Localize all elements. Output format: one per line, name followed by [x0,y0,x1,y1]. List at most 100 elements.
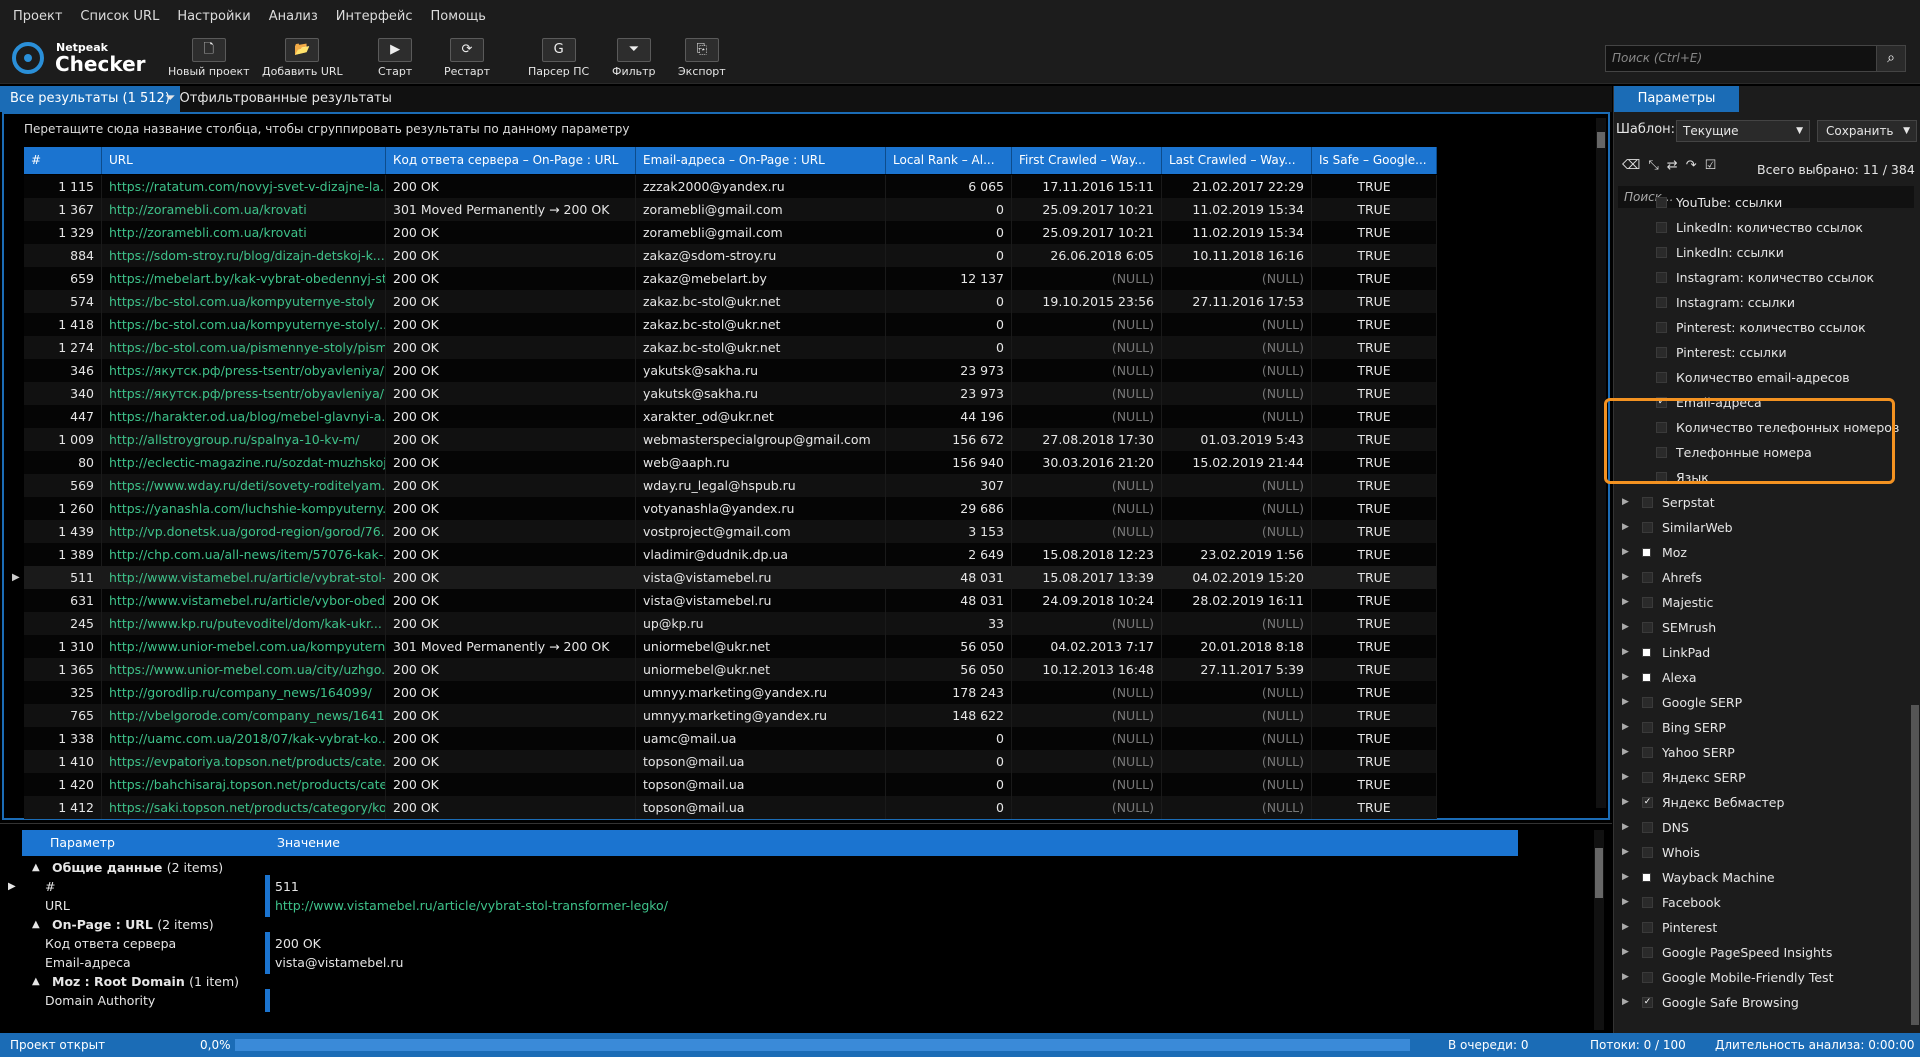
param-item[interactable]: Pinterest: ссылки [1614,340,1909,365]
restart-button[interactable]: ⟳ Рестарт [444,38,490,78]
checkbox[interactable] [1642,572,1653,583]
checkbox[interactable] [1642,873,1651,882]
table-cell[interactable]: http://allstroygroup.ru/spalnya-10-kv-m/ [102,428,386,451]
param-group[interactable]: ▶ Bing SERP [1614,715,1909,740]
table-row[interactable]: 1 389 http://chp.com.ua/all-news/item/570… [24,543,1437,566]
column-header[interactable]: Email-адреса – On-Page : URL [636,147,886,174]
expand-icon[interactable]: ▶ [1622,615,1629,640]
param-group[interactable]: ▶ ✓ Google Safe Browsing [1614,990,1909,1015]
table-cell[interactable]: https://bc-stol.com.ua/pismennye-stoly/p… [102,336,386,359]
table-cell[interactable]: https://якутск.рф/press-tsentr/obyavleni… [102,359,386,382]
details-row[interactable]: Domain Authority [0,989,1520,1012]
search-input[interactable]: Поиск (Ctrl+E) [1605,45,1878,72]
param-group[interactable]: ▶ Whois [1614,840,1909,865]
table-row[interactable]: 1 418 https://bc-stol.com.ua/kompyuternye… [24,313,1437,336]
export-button[interactable]: ⎘ Экспорт [678,38,726,78]
table-cell[interactable]: http://www.vistamebel.ru/article/vybrat-… [102,566,386,589]
table-row[interactable]: 511 http://www.vistamebel.ru/article/vybr… [24,566,1437,589]
table-row[interactable]: 1 329 http://zoramebli.com.ua/krovati 200 … [24,221,1437,244]
table-row[interactable]: 340 https://якутск.рф/press-tsentr/obyavl… [24,382,1437,405]
param-group[interactable]: ▶ Google SERP [1614,690,1909,715]
checkbox[interactable] [1656,297,1667,308]
checkbox[interactable] [1642,697,1653,708]
menu-item[interactable]: Интерфейс [327,9,422,24]
table-cell[interactable]: http://www.unior-mebel.com.ua/kompyutern… [102,635,386,658]
table-row[interactable]: 1 009 http://allstroygroup.ru/spalnya-10-… [24,428,1437,451]
table-row[interactable]: 346 https://якутск.рф/press-tsentr/obyavl… [24,359,1437,382]
checkbox[interactable] [1642,597,1653,608]
param-group[interactable]: ▶ Alexa [1614,665,1909,690]
checkbox[interactable] [1642,972,1653,983]
table-row[interactable]: 1 115 https://ratatum.com/novyj-svet-v-di… [24,175,1437,198]
checkbox[interactable] [1642,897,1653,908]
table-row[interactable]: 1 367 http://zoramebli.com.ua/krovati 301 … [24,198,1437,221]
checkbox[interactable] [1642,922,1653,933]
table-cell[interactable]: https://www.unior-mebel.com.ua/city/uzhg… [102,658,386,681]
expand-icon[interactable]: ▶ [1622,890,1629,915]
table-cell[interactable]: https://saki.topson.net/products/categor… [102,796,386,819]
param-item[interactable]: Instagram: количество ссылок [1614,265,1909,290]
table-row[interactable]: 569 https://www.wday.ru/deti/sovety-rodit… [24,474,1437,497]
column-header[interactable]: First Crawled – Way... [1012,147,1162,174]
table-cell[interactable]: http://eclectic-magazine.ru/sozdat-muzhs… [102,451,386,474]
table-cell[interactable]: https://якутск.рф/press-tsentr/obyavleni… [102,382,386,405]
details-scrollbar[interactable] [1594,830,1604,1030]
checkbox[interactable] [1656,347,1667,358]
checkbox[interactable] [1656,322,1667,333]
expand-icon[interactable]: ▶ [1622,790,1629,815]
column-header[interactable]: Код ответа сервера – On-Page : URL [386,147,636,174]
menu-item[interactable]: Список URL [71,9,168,24]
table-row[interactable]: 245 http://www.kp.ru/putevoditel/dom/kak-… [24,612,1437,635]
expand-icon[interactable]: ▶ [1622,990,1629,1015]
param-group[interactable]: ▶ LinkPad [1614,640,1909,665]
checkbox[interactable] [1642,648,1651,657]
table-row[interactable]: 1 412 https://saki.topson.net/products/ca… [24,796,1437,819]
checkbox[interactable] [1642,548,1651,557]
table-row[interactable]: 574 https://bc-stol.com.ua/kompyuternye-s… [24,290,1437,313]
column-header[interactable]: Local Rank – Al... [886,147,1012,174]
table-cell[interactable]: http://uamc.com.ua/2018/07/kak-vybrat-ko… [102,727,386,750]
param-group[interactable]: ▶ Wayback Machine [1614,865,1909,890]
swap-icon[interactable]: ⇄ [1667,158,1686,173]
checkbox[interactable]: ✓ [1642,997,1653,1008]
params-scrollbar[interactable] [1910,210,1920,1030]
checkbox[interactable] [1642,822,1653,833]
table-row[interactable]: 1 260 https://yanashla.com/luchshie-kompy… [24,497,1437,520]
param-group[interactable]: ▶ Majestic [1614,590,1909,615]
checkbox[interactable] [1642,497,1653,508]
table-row[interactable]: 765 http://vbelgorode.com/company_news/16… [24,704,1437,727]
table-cell[interactable]: http://zoramebli.com.ua/krovati [102,198,386,221]
param-item[interactable]: LinkedIn: ссылки [1614,240,1909,265]
param-item[interactable]: Pinterest: количество ссылок [1614,315,1909,340]
table-cell[interactable]: https://sdom-stroy.ru/blog/dizajn-detsko… [102,244,386,267]
expand-icon[interactable]: ▶ [1622,690,1629,715]
param-group[interactable]: ▶ SEMrush [1614,615,1909,640]
param-group[interactable]: ▶ Facebook [1614,890,1909,915]
table-row[interactable]: 80 http://eclectic-magazine.ru/sozdat-muz… [24,451,1437,474]
param-group[interactable]: ▶ Pinterest [1614,915,1909,940]
expand-icon[interactable]: ▶ [1622,515,1629,540]
param-item[interactable]: LinkedIn: количество ссылок [1614,215,1909,240]
table-cell[interactable]: http://zoramebli.com.ua/krovati [102,221,386,244]
menu-item[interactable]: Проект [4,9,71,24]
column-header[interactable]: Is Safe – Google... [1312,147,1437,174]
table-row[interactable]: 1 439 http://vp.donetsk.ua/gorod-region/g… [24,520,1437,543]
checkbox[interactable] [1656,247,1667,258]
table-cell[interactable]: https://harakter.od.ua/blog/mebel-glavny… [102,405,386,428]
expand-icon[interactable]: ▶ [1622,965,1629,990]
checkbox[interactable] [1642,722,1653,733]
google-button[interactable]: G Парсер ПС [528,38,589,78]
param-item[interactable]: Количество email-адресов [1614,365,1909,390]
param-group[interactable]: ▶ Moz [1614,540,1909,565]
expand-icon[interactable]: ▶ [1622,540,1629,565]
checkbox[interactable] [1642,847,1653,858]
param-item[interactable]: YouTube: ссылки [1614,190,1909,215]
check-all-icon[interactable]: ☑ [1705,158,1725,173]
expand-icon[interactable]: ▶ [1622,740,1629,765]
table-row[interactable]: 1 310 http://www.unior-mebel.com.ua/kompy… [24,635,1437,658]
param-item[interactable]: Instagram: ссылки [1614,290,1909,315]
table-row[interactable]: 631 http://www.vistamebel.ru/article/vybo… [24,589,1437,612]
search-icon[interactable]: ⌕ [1876,45,1906,72]
table-cell[interactable]: https://mebelart.by/kak-vybrat-obedennyj… [102,267,386,290]
param-group[interactable]: ▶ SimilarWeb [1614,515,1909,540]
